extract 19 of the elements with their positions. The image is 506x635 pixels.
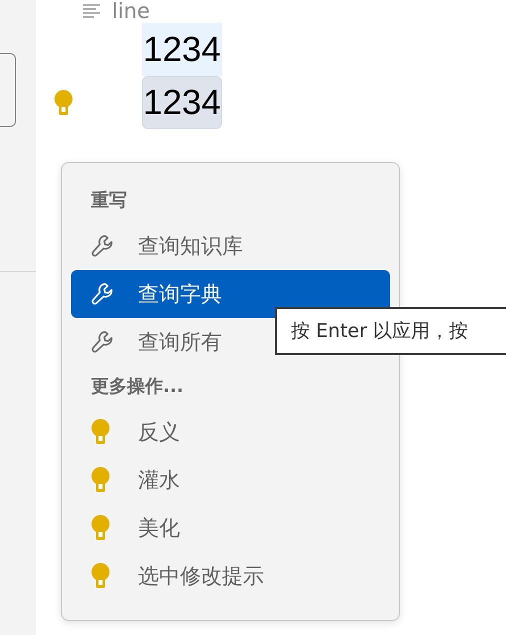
menu-item[interactable]: 反义 [71,408,390,456]
menu-section-header: 重写 [90,189,128,213]
lightbulb-icon [91,467,110,493]
lightbulb-icon[interactable] [54,90,73,116]
menu-item[interactable]: 灌水 [71,456,390,504]
wrench-icon [91,234,113,258]
lightbulb-icon [91,419,110,445]
menu-item[interactable]: 美化 [71,504,390,552]
text-lines-icon [83,4,100,18]
lightbulb-icon [91,563,110,589]
lightbulb-icon [91,515,110,541]
wrench-icon [91,282,113,306]
menu-item[interactable]: 选中修改提示 [71,552,390,600]
menu-item[interactable]: 查询字典 [71,270,390,318]
outline-label: line [112,0,150,23]
tooltip: 按 Enter 以应用，按 [275,307,506,355]
wrench-icon [91,330,113,354]
menu-section-header: 更多操作... [90,375,185,399]
menu-item[interactable]: 查询知识库 [71,222,390,270]
